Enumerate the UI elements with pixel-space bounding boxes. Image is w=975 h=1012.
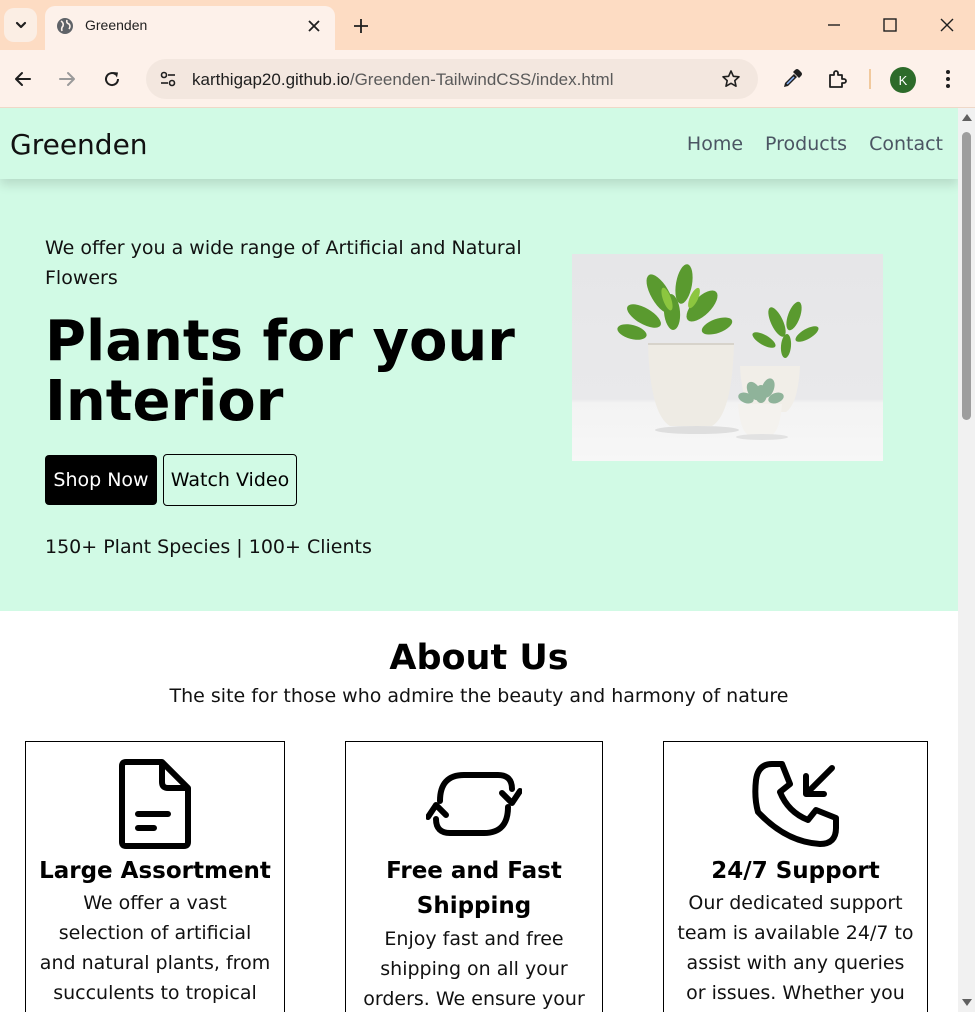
feature-card-shipping: Free and Fast Shipping Enjoy fast and fr… xyxy=(345,741,603,1012)
card-title: Large Assortment xyxy=(39,858,271,884)
about-title: About Us xyxy=(389,638,569,678)
page-viewport: Greenden Home Products Contact We offer … xyxy=(0,108,958,1012)
site-header: Greenden Home Products Contact xyxy=(0,108,958,179)
hero-stats: 150+ Plant Species | 100+ Clients xyxy=(45,536,372,558)
new-tab-plus-icon[interactable] xyxy=(349,14,373,38)
toolbar-divider xyxy=(869,69,871,89)
chevron-down-icon xyxy=(15,21,26,29)
watch-video-button[interactable]: Watch Video xyxy=(163,454,297,506)
extensions-puzzle-icon[interactable] xyxy=(824,66,850,92)
maximize-icon[interactable] xyxy=(877,12,903,38)
minimize-icon[interactable] xyxy=(821,12,847,38)
scrollbar-thumb[interactable] xyxy=(962,132,971,420)
card-text: We offer a vast selection of artificial … xyxy=(39,892,271,1004)
card-text: Our dedicated support team is available … xyxy=(677,892,914,1004)
close-window-icon[interactable] xyxy=(934,12,960,38)
card-text: Enjoy fast and free shipping on all your… xyxy=(363,928,585,1010)
eyedropper-icon[interactable] xyxy=(779,66,805,92)
feature-card-support: 24/7 Support Our dedicated support team … xyxy=(663,741,928,1012)
hero-section: We offer you a wide range of Artificial … xyxy=(0,179,958,611)
profile-avatar[interactable]: K xyxy=(890,67,916,93)
globe-icon xyxy=(57,18,73,34)
document-icon xyxy=(105,756,205,852)
tab-title: Greenden xyxy=(85,17,148,33)
card-title: 24/7 Support xyxy=(711,858,880,884)
more-vert-icon[interactable] xyxy=(935,66,961,92)
phone-incoming-icon xyxy=(746,756,846,852)
forward-arrow-icon[interactable] xyxy=(54,66,80,92)
address-bar[interactable]: karthigap20.github.io/Greenden-TailwindC… xyxy=(146,59,758,99)
scroll-up-arrow-icon[interactable] xyxy=(962,114,972,121)
tab-search-button[interactable] xyxy=(4,8,37,42)
scroll-down-arrow-icon[interactable] xyxy=(962,999,972,1006)
browser-tab-strip: Greenden xyxy=(0,0,975,50)
back-arrow-icon[interactable] xyxy=(10,66,36,92)
tab-close-icon[interactable] xyxy=(303,15,325,37)
bookmark-star-icon[interactable] xyxy=(720,68,742,90)
feature-card-assortment: Large Assortment We offer a vast selecti… xyxy=(25,741,285,1012)
page-scrollbar[interactable] xyxy=(958,108,975,1012)
browser-tab-active[interactable]: Greenden xyxy=(45,6,335,50)
main-nav: Home Products Contact xyxy=(687,133,943,155)
hero-subtitle: We offer you a wide range of Artificial … xyxy=(45,237,522,289)
url-text[interactable]: karthigap20.github.io/Greenden-TailwindC… xyxy=(192,70,613,90)
hero-title: Plants for your Interior xyxy=(45,309,515,434)
shop-now-button[interactable]: Shop Now xyxy=(45,455,157,505)
refresh-arrows-icon xyxy=(424,756,524,852)
brand-logo-text[interactable]: Greenden xyxy=(10,128,148,161)
about-subtitle: The site for those who admire the beauty… xyxy=(169,685,789,707)
card-title: Free and Fast Shipping xyxy=(386,858,562,919)
nav-products-link[interactable]: Products xyxy=(765,133,847,155)
reload-icon[interactable] xyxy=(99,66,125,92)
nav-home-link[interactable]: Home xyxy=(687,133,743,155)
browser-toolbar: karthigap20.github.io/Greenden-TailwindC… xyxy=(0,50,975,108)
site-info-tune-icon[interactable] xyxy=(156,67,180,91)
potted-plants-image xyxy=(572,254,883,461)
nav-contact-link[interactable]: Contact xyxy=(869,133,943,155)
